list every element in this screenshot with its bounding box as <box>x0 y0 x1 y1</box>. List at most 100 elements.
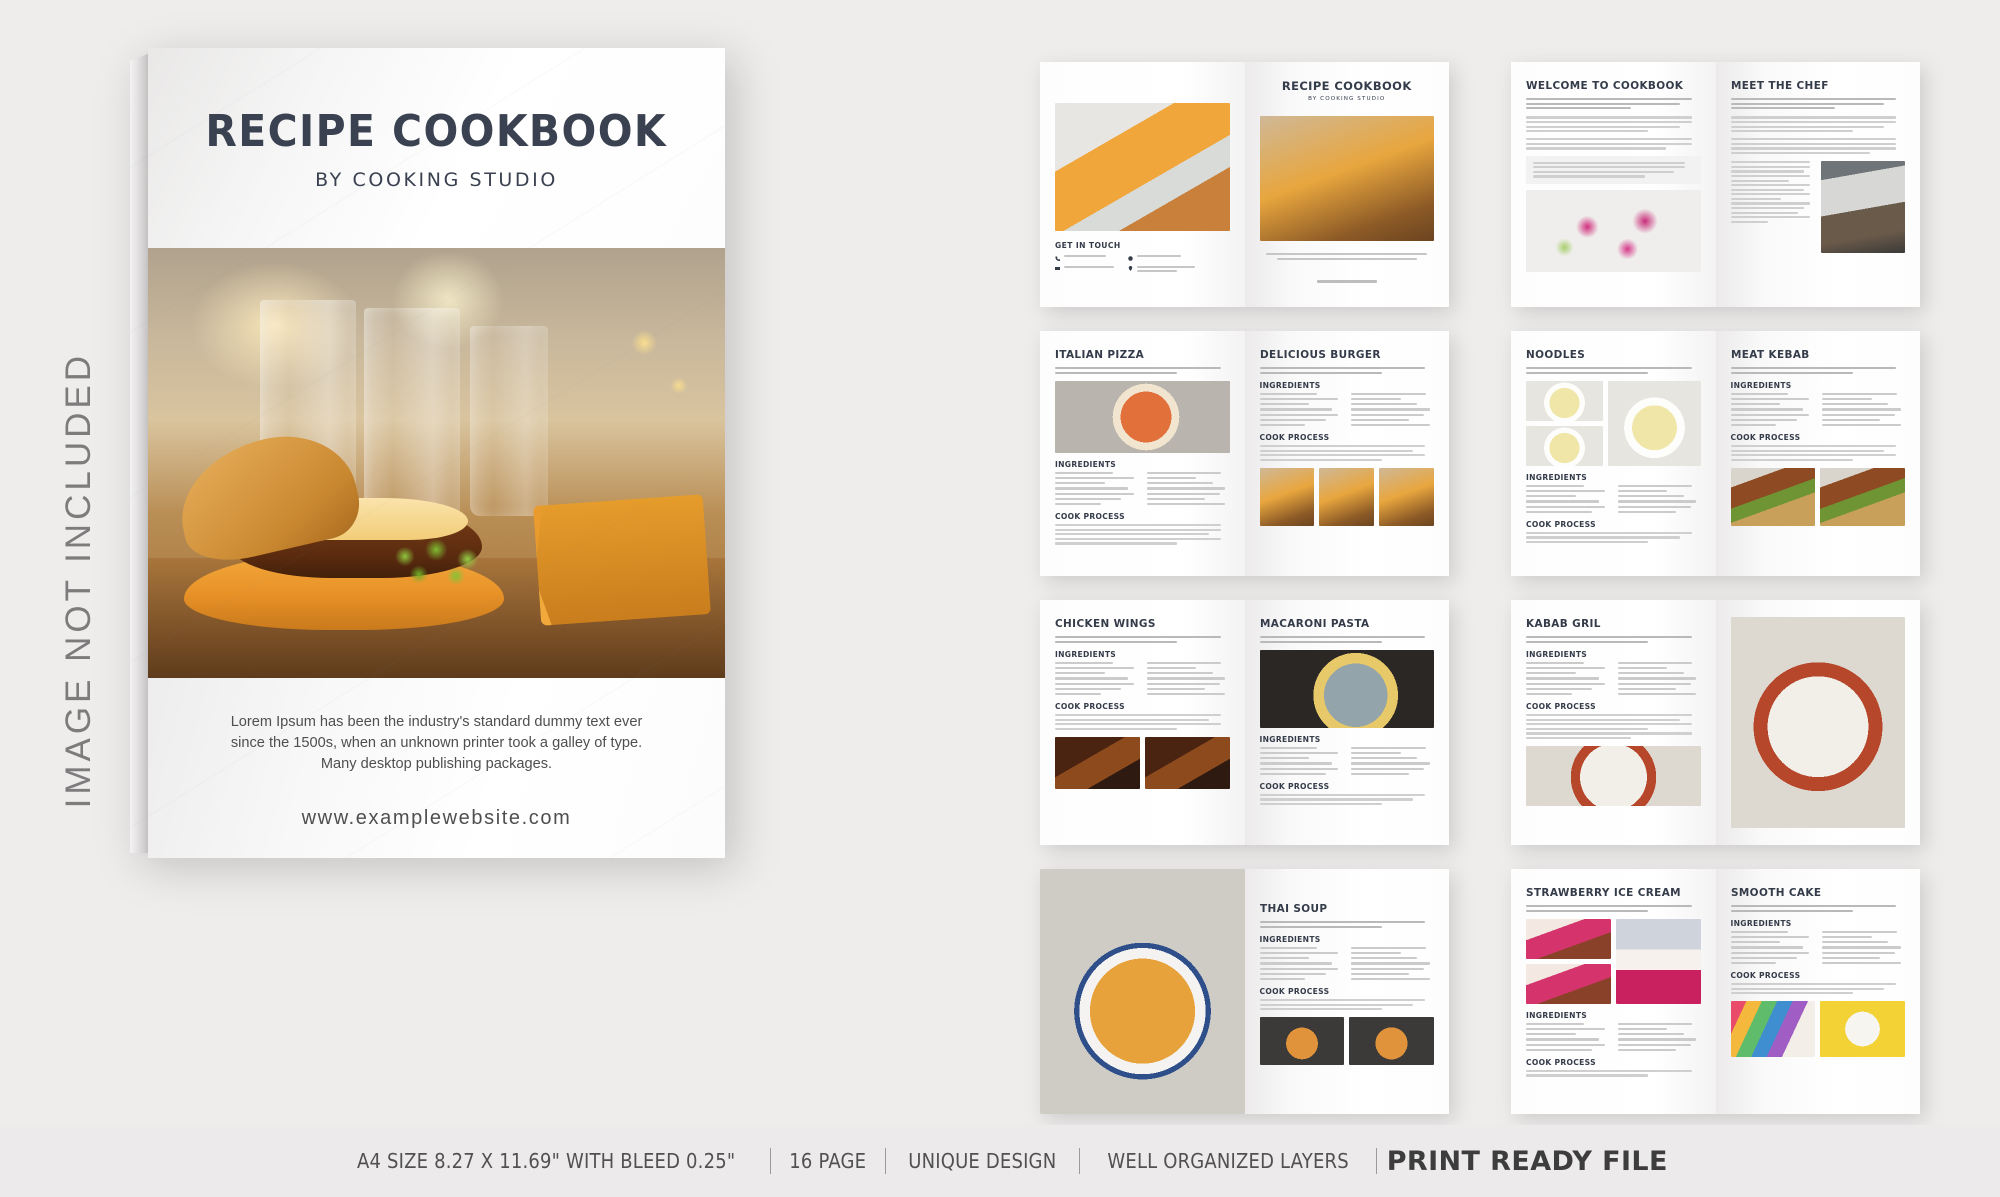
ingredients-heading: INGREDIENTS <box>1055 459 1117 469</box>
location-pin-icon <box>1128 266 1133 271</box>
noodle-photo <box>1526 425 1604 466</box>
thumbnail-blurb <box>1260 253 1435 260</box>
lead-paragraph <box>1259 367 1435 374</box>
ingredients-list <box>1259 946 1435 981</box>
spread-page-right: MEAT KEBAB INGREDIENTS COOK PROCESS <box>1715 331 1920 576</box>
ingredients-list <box>1730 930 1906 965</box>
spread-thumbnail[interactable]: STRAWBERRY ICE CREAM INGREDIENTS COOK PR… <box>1511 869 1920 1114</box>
spread-page-left: CHICKEN WINGS INGREDIENTS COOK PROCESS <box>1040 600 1245 845</box>
ingredients-heading: INGREDIENTS <box>1055 649 1117 659</box>
thumbnail-title: WELCOME TO COOKBOOK <box>1526 79 1684 92</box>
contact-row <box>1055 255 1114 261</box>
lead-paragraph <box>1259 636 1435 643</box>
spread-thumbnail[interactable]: CHICKEN WINGS INGREDIENTS COOK PROCESS M… <box>1040 600 1449 845</box>
kebab-photo <box>1820 468 1905 526</box>
noodle-photo <box>1608 380 1701 466</box>
spread-page-right: MEET THE CHEF <box>1715 62 1920 307</box>
photo-row <box>1259 1017 1434 1066</box>
image-not-included-label: IMAGE NOT INCLUDED <box>59 351 98 809</box>
thumbnail-title: MACARONI PASTA <box>1259 617 1369 630</box>
pizza-photo <box>1055 380 1230 453</box>
cocktail-photo <box>1526 189 1701 272</box>
spread-thumbnail[interactable]: WELCOME TO COOKBOOK MEET THE CHEF <box>1511 62 1920 307</box>
thumbnail-title: ITALIAN PIZZA <box>1055 348 1145 361</box>
photo-row <box>1259 468 1435 526</box>
french-fries <box>533 494 711 626</box>
pasta-photo <box>1259 649 1434 728</box>
footer-layers-label: WELL ORGANIZED LAYERS <box>1106 1149 1349 1173</box>
cook-process-heading: COOK PROCESS <box>1730 433 1801 443</box>
ingredients-heading: INGREDIENTS <box>1730 918 1792 928</box>
chef-portrait-photo <box>1821 161 1905 254</box>
footer-pages-label: 16 PAGE <box>789 1149 867 1173</box>
ingredients-list <box>1526 1022 1701 1051</box>
cook-process-text <box>1055 714 1230 730</box>
cover-blurb: Lorem Ipsum has been the industry's stan… <box>230 714 643 773</box>
burger-photo <box>1259 468 1315 526</box>
layer-cake-photo <box>1730 1001 1816 1058</box>
contact-row <box>1055 265 1114 272</box>
spread-page-left: WELCOME TO COOKBOOK <box>1511 62 1716 307</box>
thumbnail-title: RECIPE COOKBOOK <box>1281 79 1412 93</box>
get-in-touch-heading: GET IN TOUCH <box>1055 241 1121 250</box>
contact-row <box>1128 265 1195 272</box>
cook-process-text <box>1730 445 1906 461</box>
text-and-photo-row <box>1730 161 1905 254</box>
spread-thumbnail[interactable]: ITALIAN PIZZA INGREDIENTS COOK PROCESS D… <box>1040 331 1449 576</box>
spread-thumbnail-grid: GET IN TOUCH RECIPE COOKBOOK BY COOKING … <box>1040 62 1920 1114</box>
ingredients-list <box>1526 484 1701 513</box>
ingredients-heading: INGREDIENTS <box>1526 472 1588 482</box>
cover-footer: Lorem Ipsum has been the industry's stan… <box>148 678 725 858</box>
cook-process-text <box>1259 999 1435 1011</box>
noodle-photo <box>1526 380 1604 421</box>
cook-process-heading: COOK PROCESS <box>1259 781 1330 791</box>
body-paragraph <box>1730 138 1906 155</box>
contact-column <box>1128 255 1195 272</box>
kebab-photo <box>1730 468 1816 526</box>
book-spine <box>130 53 150 853</box>
cook-process-heading: COOK PROCESS <box>1259 987 1330 997</box>
spread-page-right <box>1715 600 1920 845</box>
thumbnail-title: MEET THE CHEF <box>1730 79 1829 92</box>
spread-page-right: DELICIOUS BURGER INGREDIENTS COOK PROCES… <box>1244 331 1449 576</box>
contact-details <box>1055 255 1230 272</box>
spread-page-left: GET IN TOUCH <box>1040 62 1245 307</box>
spread-thumbnail[interactable]: KABAB GRIL INGREDIENTS COOK PROCESS <box>1511 600 1920 845</box>
burger-photo <box>1259 116 1434 241</box>
spread-page-right: SMOOTH CAKE INGREDIENTS COOK PROCESS <box>1715 869 1920 1114</box>
spread-page-right: MACARONI PASTA INGREDIENTS COOK PROCESS <box>1244 600 1449 845</box>
thumbnail-title: SMOOTH CAKE <box>1730 886 1821 899</box>
cook-process-text <box>1259 445 1435 461</box>
ingredients-list <box>1526 661 1701 696</box>
cook-process-heading: COOK PROCESS <box>1055 512 1125 522</box>
lemon-cake-photo <box>1820 1001 1905 1058</box>
thumbnail-website <box>1260 270 1435 288</box>
thumbnail-subtitle: BY COOKING STUDIO <box>1308 96 1386 102</box>
thumbnail-title: STRAWBERRY ICE CREAM <box>1526 886 1681 899</box>
chicken-wings-photo <box>1144 737 1230 789</box>
image-not-included-note: IMAGE NOT INCLUDED <box>34 300 124 860</box>
footer-divider <box>1078 1148 1080 1174</box>
ingredients-heading: INGREDIENTS <box>1259 380 1321 390</box>
lead-paragraph <box>1730 905 1906 912</box>
photo-row <box>1730 468 1905 526</box>
page-title: RECIPE COOKBOOK <box>205 105 668 157</box>
spread-thumbnail[interactable]: THAI SOUP INGREDIENTS COOK PROCESS <box>1040 869 1449 1114</box>
spread-page-right: THAI SOUP INGREDIENTS COOK PROCESS <box>1244 869 1449 1114</box>
photo-row <box>1730 1001 1905 1058</box>
drinking-glass-icon <box>470 326 548 516</box>
thai-soup-photo-full <box>1040 869 1245 1114</box>
thumbnail-title: MEAT KEBAB <box>1730 348 1810 361</box>
photo-collage <box>1526 918 1701 1004</box>
footer-print-ready-label: PRINT READY FILE <box>1386 1145 1668 1177</box>
spread-thumbnail[interactable]: GET IN TOUCH RECIPE COOKBOOK BY COOKING … <box>1040 62 1449 307</box>
sundae-photo <box>1615 918 1701 1004</box>
lead-paragraph <box>1526 98 1701 110</box>
kabab-grill-photo <box>1526 746 1701 807</box>
lead-paragraph <box>1526 367 1701 374</box>
lead-paragraph <box>1526 905 1701 912</box>
spread-thumbnail[interactable]: NOODLES INGREDIENTS COOK PROCESS MEAT KE… <box>1511 331 1920 576</box>
ingredients-heading: INGREDIENTS <box>1526 649 1588 659</box>
footer-bar: A4 SIZE 8.27 X 11.69" WITH BLEED 0.25" 1… <box>0 1125 2000 1197</box>
spread-page-left: NOODLES INGREDIENTS COOK PROCESS <box>1511 331 1716 576</box>
